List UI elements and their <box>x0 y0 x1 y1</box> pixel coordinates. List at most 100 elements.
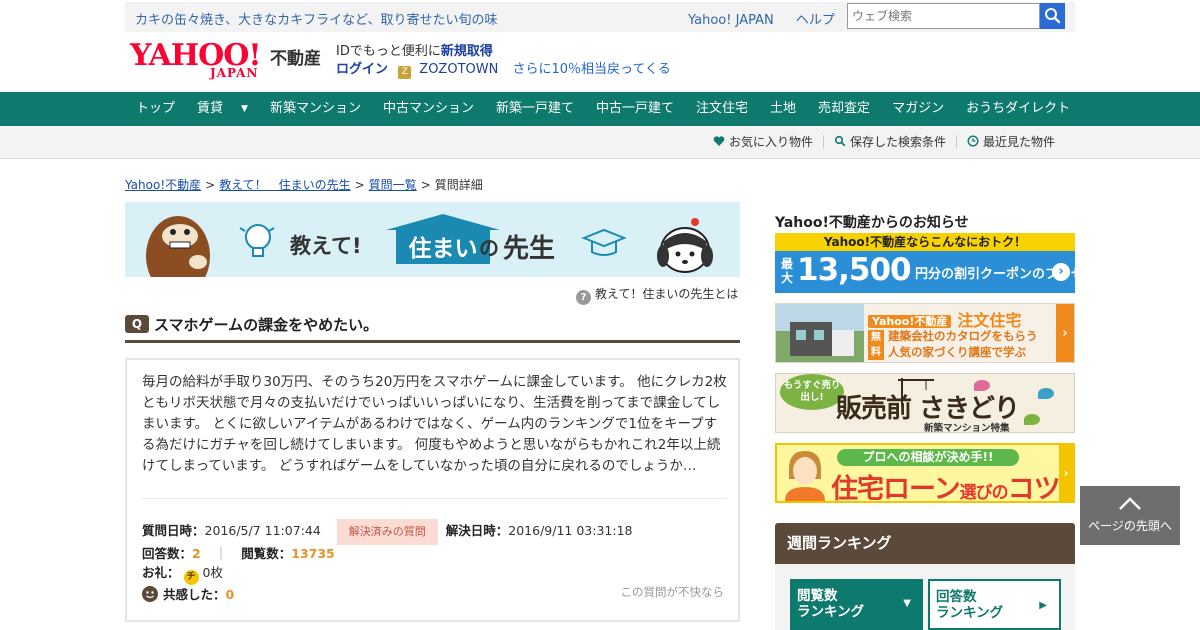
bulb-icon <box>239 224 275 257</box>
top-strip: カキの缶々焼き、大きなカキフライなど、取り寄せたい旬の味 Yahoo! JAPA… <box>125 2 1075 32</box>
logo-sub: 不動産 <box>270 49 321 69</box>
custom-house-ad-lines: 建築会社のカタログをもらう 人気の家づくり講座で学ぶ <box>888 328 1038 360</box>
nav-land[interactable]: 土地 <box>759 92 807 126</box>
ranking-tabs: 閲覧数 ランキング ▼ 回答数 ランキング ▶ <box>775 564 1075 630</box>
breadcrumb: Yahoo!不動産 > 教えて！ 住まいの先生 > 質問一覧 > 質問詳細 <box>125 176 483 193</box>
bird-icon <box>974 380 990 391</box>
recent-link[interactable]: 最近見た物件 <box>955 135 1065 149</box>
coupon-ad-top: Yahoo!不動産ならこんなにおトク！ <box>775 233 1075 251</box>
favorites-link[interactable]: お気に入り物件 <box>703 135 823 149</box>
signup-link[interactable]: 新規取得 <box>441 44 493 59</box>
mascot-monkey-icon <box>146 216 210 277</box>
question-body: 毎月の給料が手取り30万円、そのうち20万円をスマホゲームに課金しています。 他… <box>142 374 727 474</box>
search-icon <box>1045 8 1061 24</box>
zozotown-link[interactable]: ZOZOTOWN <box>419 62 498 77</box>
presale-sub: 新築マンション特集 <box>924 423 1010 433</box>
resolved-at: 2016/9/11 03:31:18 <box>508 523 633 538</box>
breadcrumb-section[interactable]: 教えて！ 住まいの先生 <box>219 178 350 192</box>
back-to-top-button[interactable]: ページの先頭へ <box>1080 486 1180 545</box>
mortgage-ad-main-a: 住宅ローン <box>831 474 961 503</box>
tab-views-ranking[interactable]: 閲覧数 ランキング ▼ <box>790 579 923 630</box>
nav-ouchi-direct[interactable]: おうちダイレクト <box>955 92 1081 126</box>
breadcrumb-home[interactable]: Yahoo!不動産 <box>125 178 201 192</box>
id-prefix: IDでもっと便利に <box>336 44 441 59</box>
main-nav: トップ 賃貸 ▼ 新築マンション 中古マンション 新築一戸建て 中古一戸建て 注文… <box>0 92 1200 126</box>
nav-new-mansion[interactable]: 新築マンション <box>259 92 372 126</box>
nav-used-house[interactable]: 中古一戸建て <box>585 92 685 126</box>
reward-label: お礼： <box>142 565 180 580</box>
mortgage-ad-main-b: 選び <box>959 483 993 503</box>
asked-at: 2016/5/7 11:07:44 <box>204 523 321 538</box>
clock-icon <box>967 135 979 147</box>
chevron-down-icon: ▼ <box>903 598 911 609</box>
answers-label: 回答数： <box>142 546 193 561</box>
nav-used-mansion[interactable]: 中古マンション <box>372 92 485 126</box>
tab-answers-ranking[interactable]: 回答数 ランキング ▶ <box>928 579 1061 630</box>
q-badge-icon: Q <box>125 315 149 333</box>
bird-icon <box>1038 388 1054 399</box>
views-count: 13735 <box>291 546 335 561</box>
search-input[interactable] <box>847 3 1040 29</box>
search-button[interactable] <box>1040 3 1065 29</box>
nav-new-house[interactable]: 新築一戸建て <box>485 92 585 126</box>
question-circle-icon: ? <box>576 290 591 305</box>
asked-label: 質問日時： <box>142 523 205 538</box>
question-box: 毎月の給料が手取り30万円、そのうち20万円をスマホゲームに課金しています。 他… <box>125 358 740 622</box>
question-stats: 回答数：2 ｜ 閲覧数：13735 お礼：チ 0枚 共感した：0 <box>142 544 335 604</box>
sensei-banner[interactable]: 教えて! 住まい の 先生 <box>125 202 740 277</box>
empathy-count[interactable]: 0 <box>226 587 235 602</box>
chevron-right-icon: › <box>1059 445 1073 501</box>
zozo-promo-link[interactable]: さらに10％相当戻ってくる <box>512 62 670 77</box>
custom-house-ad-line2: 人気の家づくり講座で学ぶ <box>888 345 1026 359</box>
chevron-right-icon: ▶ <box>1039 600 1047 611</box>
breadcrumb-sep: > <box>354 178 365 192</box>
login-link[interactable]: ログイン <box>336 62 388 77</box>
nav-custom-house[interactable]: 注文住宅 <box>685 92 759 126</box>
recent-label: 最近見た物件 <box>982 135 1055 149</box>
resolved-label: 解決日時： <box>445 523 509 538</box>
coupon-ad-max: 最大 <box>781 257 794 285</box>
stat-separator: ｜ <box>214 546 228 561</box>
reward-value: 0枚 <box>202 565 223 580</box>
views-label: 閲覧数： <box>241 546 292 561</box>
custom-house-ad[interactable]: Yahoo!不動産 注文住宅 無料 建築会社のカタログをもらう 人気の家づくり講座… <box>775 303 1075 363</box>
saved-search-label: 保存した検索条件 <box>849 135 946 149</box>
breadcrumb-list[interactable]: 質問一覧 <box>369 178 417 192</box>
nav-top[interactable]: トップ <box>125 92 186 126</box>
saved-search-link[interactable]: 保存した検索条件 <box>822 135 956 149</box>
person-icon <box>785 451 825 501</box>
help-link[interactable]: ヘルプ <box>796 13 835 28</box>
chevron-right-icon: › <box>1052 263 1070 281</box>
about-sensei-link[interactable]: ? 教えて！住まいの先生とは <box>576 285 738 305</box>
mortgage-ad-main-c: の <box>991 483 1009 503</box>
mortgage-ad[interactable]: プロへの相談が決め手!! 住宅ローン選びのコツ › <box>775 443 1075 503</box>
nav-rent-label: 賃貸 <box>197 101 224 116</box>
presale-ad[interactable]: もうすぐ売り出し! 販売前 さきどり 新築マンション特集 <box>775 373 1075 433</box>
nav-appraisal[interactable]: 売却査定 <box>807 92 881 126</box>
banner-teach: 教えて! <box>290 234 362 258</box>
coupon-ad-amount: 13,500 <box>797 252 912 288</box>
chevron-up-icon <box>1119 497 1141 510</box>
nav-magazine[interactable]: マガジン <box>881 92 955 126</box>
report-link[interactable]: この質問が不快なら <box>621 584 725 600</box>
yahoo-japan-link[interactable]: Yahoo! JAPAN <box>688 13 774 28</box>
coin-icon: チ <box>183 570 199 585</box>
sub-nav: お気に入り物件 保存した検索条件 最近見た物件 <box>0 126 1200 159</box>
mascot-dog-icon <box>657 218 713 273</box>
promo-link[interactable]: カキの缶々焼き、大きなカキフライなど、取り寄せたい旬の味 <box>135 9 497 28</box>
back-to-top-label: ページの先頭へ <box>1088 519 1172 533</box>
yahoo-realestate-logo[interactable]: YAHOO! JAPAN 不動産 <box>130 38 330 84</box>
favorites-label: お気に入り物件 <box>728 135 813 149</box>
nav-rent[interactable]: 賃貸 ▼ <box>186 92 259 126</box>
smile-face-icon <box>142 586 158 602</box>
coupon-ad[interactable]: Yahoo!不動産ならこんなにおトク！ 最大 13,500 円分の割引クーポンの… <box>775 233 1075 293</box>
status-badge: 解決済みの質問 <box>336 519 438 545</box>
zozotown-icon: Z <box>398 66 412 79</box>
house-photo <box>776 304 864 362</box>
breadcrumb-current: 質問詳細 <box>434 178 483 192</box>
question-dates: 質問日時：2016/5/7 11:07:44 解決済みの質問 解決日時：2016… <box>142 518 727 545</box>
graduation-cap-icon <box>581 228 627 256</box>
custom-house-ad-line1: 建築会社のカタログをもらう <box>888 329 1038 343</box>
breadcrumb-sep: > <box>420 178 431 192</box>
banner-sensei: 先生 <box>503 234 556 264</box>
